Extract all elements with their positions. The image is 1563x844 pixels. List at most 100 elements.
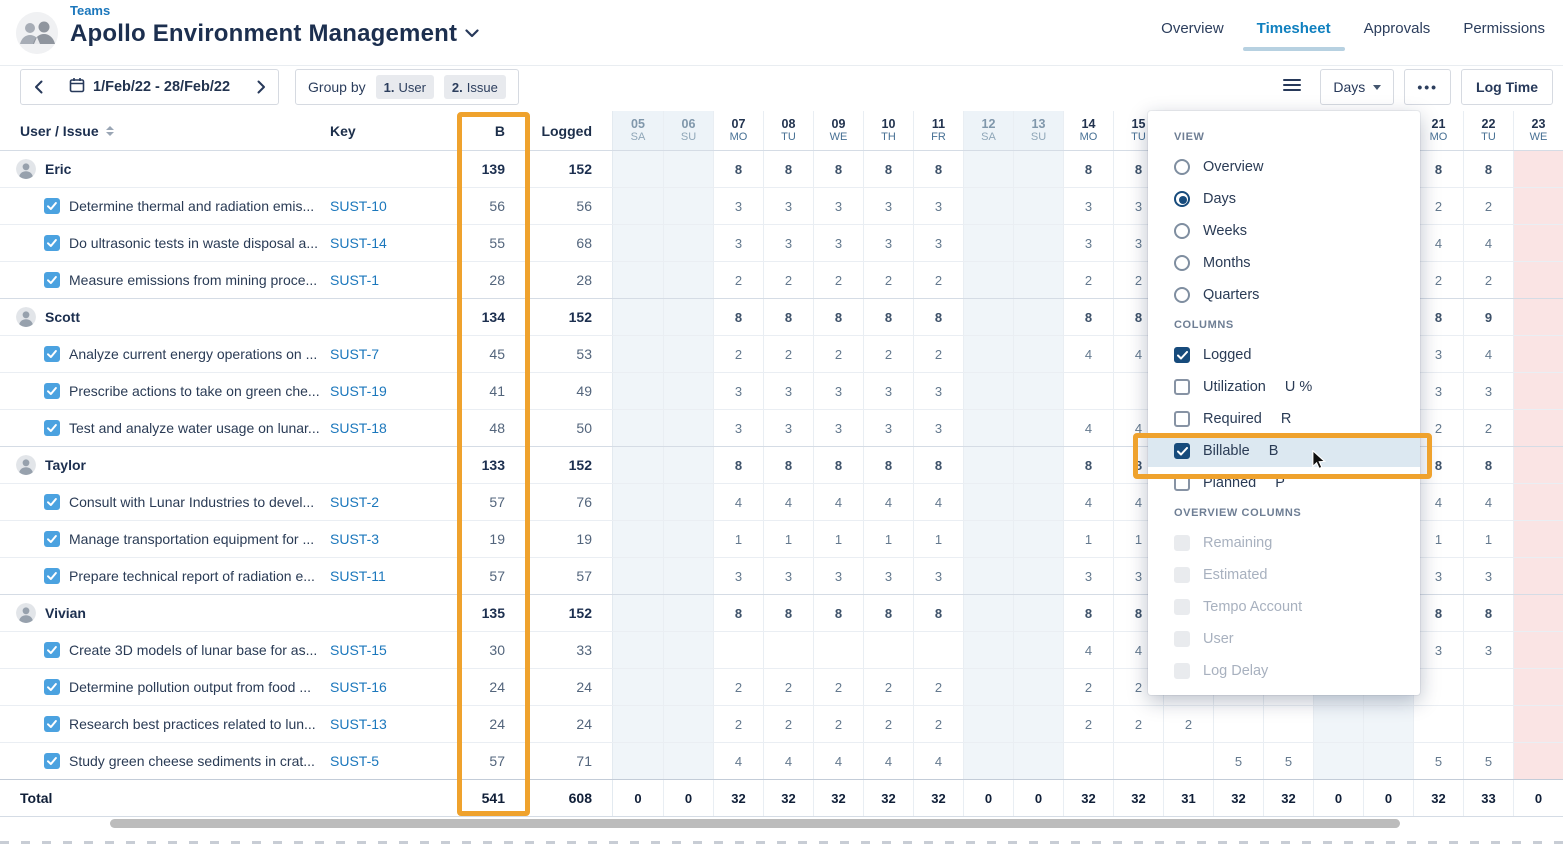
day-cell[interactable] — [963, 743, 1013, 779]
day-cell[interactable] — [1013, 225, 1063, 261]
day-cell[interactable] — [963, 299, 1013, 335]
day-cell[interactable]: 3 — [1413, 632, 1463, 668]
day-cell[interactable]: 2 — [913, 262, 963, 298]
day-cell[interactable]: 9 — [1463, 299, 1513, 335]
day-cell[interactable]: 2 — [913, 706, 963, 742]
user-name[interactable]: Taylor — [45, 457, 86, 473]
day-cell[interactable]: 2 — [1463, 188, 1513, 224]
day-cell[interactable] — [1513, 188, 1563, 224]
day-cell[interactable]: 8 — [913, 151, 963, 187]
day-header-22[interactable]: 22TU — [1463, 111, 1513, 150]
issue-key-link[interactable]: SUST-14 — [330, 235, 387, 251]
day-header-11[interactable]: 11FR — [913, 111, 963, 150]
day-cell[interactable]: 4 — [1063, 410, 1113, 446]
day-cell[interactable] — [613, 484, 663, 520]
tab-timesheet[interactable]: Timesheet — [1257, 20, 1331, 51]
day-cell[interactable] — [1513, 521, 1563, 557]
issue-title[interactable]: Analyze current energy operations on ... — [69, 346, 317, 362]
day-header-08[interactable]: 08TU — [763, 111, 813, 150]
day-cell[interactable] — [663, 632, 713, 668]
day-cell[interactable]: 8 — [813, 299, 863, 335]
horizontal-scrollbar[interactable] — [110, 819, 1400, 828]
day-cell[interactable] — [1513, 151, 1563, 187]
day-cell[interactable] — [613, 373, 663, 409]
day-cell[interactable]: 8 — [1063, 447, 1113, 483]
day-cell[interactable] — [1013, 373, 1063, 409]
day-cell[interactable]: 8 — [713, 595, 763, 631]
day-cell[interactable] — [1513, 595, 1563, 631]
day-cell[interactable]: 2 — [813, 669, 863, 705]
day-cell[interactable]: 2 — [813, 262, 863, 298]
day-cell[interactable]: 1 — [763, 521, 813, 557]
group-chip-issue[interactable]: 2.Issue — [444, 75, 506, 99]
day-cell[interactable] — [663, 373, 713, 409]
view-option-quarters[interactable]: Quarters — [1148, 279, 1420, 311]
day-cell[interactable]: 2 — [913, 336, 963, 372]
day-cell[interactable] — [1013, 743, 1063, 779]
view-option-overview[interactable]: Overview — [1148, 151, 1420, 183]
day-cell[interactable]: 2 — [763, 669, 813, 705]
day-cell[interactable] — [1513, 299, 1563, 335]
day-cell[interactable]: 3 — [713, 188, 763, 224]
day-cell[interactable] — [663, 558, 713, 594]
day-cell[interactable]: 2 — [1463, 262, 1513, 298]
team-title-button[interactable]: Apollo Environment Management — [70, 20, 479, 48]
day-cell[interactable]: 3 — [713, 373, 763, 409]
day-cell[interactable] — [613, 669, 663, 705]
day-cell[interactable] — [963, 669, 1013, 705]
issue-key-link[interactable]: SUST-13 — [330, 716, 387, 732]
day-cell[interactable] — [763, 632, 813, 668]
day-cell[interactable]: 8 — [863, 595, 913, 631]
day-cell[interactable] — [1513, 225, 1563, 261]
day-cell[interactable]: 3 — [863, 188, 913, 224]
day-cell[interactable]: 3 — [1063, 225, 1113, 261]
day-cell[interactable] — [1313, 743, 1363, 779]
tab-overview[interactable]: Overview — [1161, 20, 1224, 51]
day-cell[interactable]: 3 — [913, 410, 963, 446]
day-cell[interactable]: 8 — [1413, 299, 1463, 335]
day-cell[interactable] — [1013, 336, 1063, 372]
day-cell[interactable] — [963, 225, 1013, 261]
day-cell[interactable] — [963, 595, 1013, 631]
issue-key-link[interactable]: SUST-10 — [330, 198, 387, 214]
issue-title[interactable]: Consult with Lunar Industries to devel..… — [69, 494, 314, 510]
day-cell[interactable]: 8 — [713, 299, 763, 335]
day-cell[interactable]: 4 — [913, 743, 963, 779]
day-cell[interactable]: 2 — [1413, 188, 1463, 224]
day-cell[interactable] — [1263, 706, 1313, 742]
day-cell[interactable] — [663, 447, 713, 483]
day-cell[interactable]: 4 — [913, 484, 963, 520]
day-cell[interactable]: 8 — [1413, 151, 1463, 187]
issue-key-link[interactable]: SUST-7 — [330, 346, 379, 362]
day-cell[interactable] — [1513, 558, 1563, 594]
day-cell[interactable]: 3 — [763, 188, 813, 224]
day-cell[interactable] — [613, 521, 663, 557]
day-cell[interactable]: 3 — [763, 558, 813, 594]
day-cell[interactable] — [1413, 669, 1463, 705]
day-cell[interactable]: 2 — [1413, 262, 1463, 298]
day-cell[interactable] — [1063, 743, 1113, 779]
day-cell[interactable]: 4 — [763, 743, 813, 779]
day-cell[interactable] — [663, 299, 713, 335]
day-cell[interactable] — [963, 188, 1013, 224]
day-cell[interactable]: 3 — [1413, 336, 1463, 372]
day-cell[interactable] — [613, 299, 663, 335]
day-cell[interactable]: 3 — [1463, 632, 1513, 668]
day-cell[interactable] — [1513, 447, 1563, 483]
day-cell[interactable] — [1513, 669, 1563, 705]
day-cell[interactable] — [663, 336, 713, 372]
day-cell[interactable]: 2 — [713, 669, 763, 705]
day-cell[interactable]: 2 — [863, 669, 913, 705]
day-cell[interactable]: 2 — [863, 336, 913, 372]
day-cell[interactable]: 3 — [913, 558, 963, 594]
day-cell[interactable]: 1 — [913, 521, 963, 557]
next-period-button[interactable] — [244, 70, 278, 104]
day-cell[interactable] — [613, 336, 663, 372]
day-cell[interactable]: 2 — [863, 262, 913, 298]
day-cell[interactable]: 8 — [763, 151, 813, 187]
day-cell[interactable] — [1363, 706, 1413, 742]
day-cell[interactable] — [1063, 373, 1113, 409]
issue-title[interactable]: Study green cheese sediments in crat... — [69, 753, 315, 769]
day-cell[interactable]: 4 — [1463, 336, 1513, 372]
day-cell[interactable]: 3 — [763, 410, 813, 446]
